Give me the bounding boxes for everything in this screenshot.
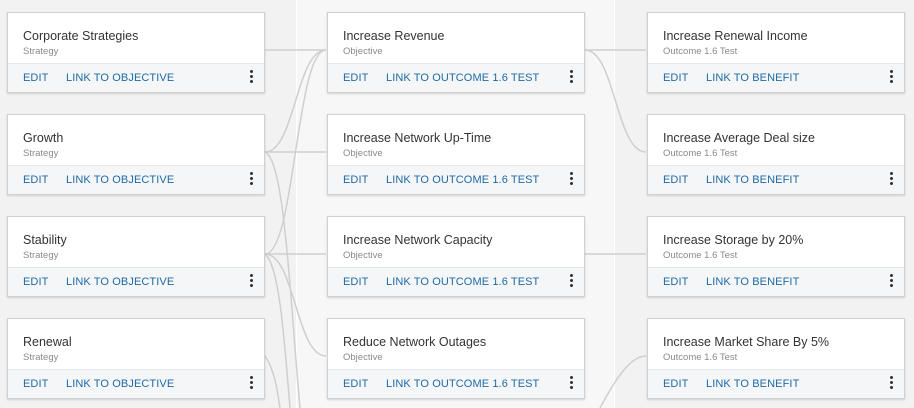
edit-link[interactable]: EDIT (343, 174, 368, 186)
kebab-menu-icon[interactable] (888, 273, 896, 289)
strategie-card[interactable]: Renewal Strategy EDIT LINK TO OBJECTIVE (7, 318, 265, 399)
edit-link[interactable]: EDIT (343, 72, 368, 84)
strategie-card[interactable]: Corporate Strategies Strategy EDIT LINK TO … (7, 12, 265, 93)
kebab-menu-icon[interactable] (888, 69, 896, 85)
outcome-card[interactable]: Increase Storage by 20% Outcome 1.6 Test E… (647, 216, 905, 297)
link-to-next-link[interactable]: LINK TO OUTCOME 1.6 TEST (386, 174, 539, 186)
card-title: Corporate Strategies (23, 29, 139, 43)
card-footer: EDIT LINK TO OBJECTIVE (8, 165, 264, 194)
link-to-next-link[interactable]: LINK TO BENEFIT (706, 72, 799, 84)
outcome-card[interactable]: Increase Market Share By 5% Outcome 1.6 T… (647, 318, 905, 399)
edit-link[interactable]: EDIT (23, 378, 48, 390)
kebab-menu-icon[interactable] (568, 69, 576, 85)
edit-link[interactable]: EDIT (663, 276, 688, 288)
link-to-next-link[interactable]: LINK TO OBJECTIVE (66, 174, 174, 186)
card-footer: EDIT LINK TO BENEFIT (648, 63, 904, 92)
card-subtitle: Strategy (23, 148, 59, 159)
strategie-card[interactable]: Stability Strategy EDIT LINK TO OBJECTIVE (7, 216, 265, 297)
edit-link[interactable]: EDIT (343, 276, 368, 288)
card-footer: EDIT LINK TO OUTCOME 1.6 TEST (328, 63, 584, 92)
card-subtitle: Objective (343, 250, 383, 261)
edit-link[interactable]: EDIT (23, 174, 48, 186)
link-to-next-link[interactable]: LINK TO OBJECTIVE (66, 72, 174, 84)
card-footer: EDIT LINK TO OUTCOME 1.6 TEST (328, 267, 584, 296)
card-subtitle: Objective (343, 352, 383, 363)
kebab-menu-icon[interactable] (248, 69, 256, 85)
card-subtitle: Outcome 1.6 Test (663, 46, 738, 57)
link-to-next-link[interactable]: LINK TO BENEFIT (706, 174, 799, 186)
edit-link[interactable]: EDIT (663, 174, 688, 186)
card-footer: EDIT LINK TO OBJECTIVE (8, 267, 264, 296)
edit-link[interactable]: EDIT (663, 378, 688, 390)
link-to-next-link[interactable]: LINK TO OUTCOME 1.6 TEST (386, 72, 539, 84)
link-to-next-link[interactable]: LINK TO OBJECTIVE (66, 378, 174, 390)
card-footer: EDIT LINK TO OBJECTIVE (8, 369, 264, 398)
kebab-menu-icon[interactable] (568, 375, 576, 391)
strategie-card[interactable]: Growth Strategy EDIT LINK TO OBJECTIVE (7, 114, 265, 195)
kebab-menu-icon[interactable] (248, 171, 256, 187)
kebab-menu-icon[interactable] (568, 171, 576, 187)
kebab-menu-icon[interactable] (248, 273, 256, 289)
card-subtitle: Strategy (23, 250, 59, 261)
card-footer: EDIT LINK TO OBJECTIVE (8, 63, 264, 92)
outcome-card[interactable]: Increase Average Deal size Outcome 1.6 Te… (647, 114, 905, 195)
kebab-menu-icon[interactable] (888, 171, 896, 187)
card-title: Growth (23, 131, 64, 145)
edit-link[interactable]: EDIT (23, 72, 48, 84)
card-subtitle: Outcome 1.6 Test (663, 250, 738, 261)
connector-line (599, 355, 647, 408)
card-subtitle: Outcome 1.6 Test (663, 148, 738, 159)
link-to-next-link[interactable]: LINK TO OUTCOME 1.6 TEST (386, 276, 539, 288)
kebab-menu-icon[interactable] (888, 375, 896, 391)
card-title: Increase Network Up-Time (343, 131, 492, 145)
kebab-menu-icon[interactable] (568, 273, 576, 289)
link-to-next-link[interactable]: LINK TO BENEFIT (706, 378, 799, 390)
edit-link[interactable]: EDIT (663, 72, 688, 84)
kebab-menu-icon[interactable] (248, 375, 256, 391)
link-to-next-link[interactable]: LINK TO OBJECTIVE (66, 276, 174, 288)
outcome-card[interactable]: Increase Renewal Income Outcome 1.6 Test E… (647, 12, 905, 93)
card-title: Increase Average Deal size (663, 131, 815, 145)
card-title: Increase Storage by 20% (663, 233, 804, 247)
card-title: Stability (23, 233, 67, 247)
objective-card[interactable]: Increase Network Capacity Objective EDIT LI… (327, 216, 585, 297)
connector-line (264, 253, 327, 357)
link-to-next-link[interactable]: LINK TO OUTCOME 1.6 TEST (386, 378, 539, 390)
card-subtitle: Strategy (23, 352, 59, 363)
link-to-next-link[interactable]: LINK TO BENEFIT (706, 276, 799, 288)
card-footer: EDIT LINK TO BENEFIT (648, 267, 904, 296)
card-title: Increase Market Share By 5% (663, 335, 830, 349)
connector-line (264, 355, 281, 408)
connector-line (264, 151, 301, 408)
card-subtitle: Objective (343, 46, 383, 57)
card-footer: EDIT LINK TO OUTCOME 1.6 TEST (328, 165, 584, 194)
card-subtitle: Outcome 1.6 Test (663, 352, 738, 363)
card-footer: EDIT LINK TO BENEFIT (648, 369, 904, 398)
edit-link[interactable]: EDIT (23, 276, 48, 288)
connector-line (264, 49, 327, 153)
objective-card[interactable]: Increase Network Up-Time Objective EDIT LIN… (327, 114, 585, 195)
card-subtitle: Strategy (23, 46, 59, 57)
card-title: Reduce Network Outages (343, 335, 487, 349)
card-title: Increase Revenue (343, 29, 445, 43)
connector-line (584, 49, 647, 153)
card-title: Increase Renewal Income (663, 29, 808, 43)
card-footer: EDIT LINK TO OUTCOME 1.6 TEST (328, 369, 584, 398)
card-subtitle: Objective (343, 148, 383, 159)
objective-card[interactable]: Reduce Network Outages Objective EDIT LINK … (327, 318, 585, 399)
card-title: Increase Network Capacity (343, 233, 493, 247)
objective-card[interactable]: Increase Revenue Objective EDIT LINK TO OUT… (327, 12, 585, 93)
card-footer: EDIT LINK TO BENEFIT (648, 165, 904, 194)
edit-link[interactable]: EDIT (343, 378, 368, 390)
card-title: Renewal (23, 335, 72, 349)
